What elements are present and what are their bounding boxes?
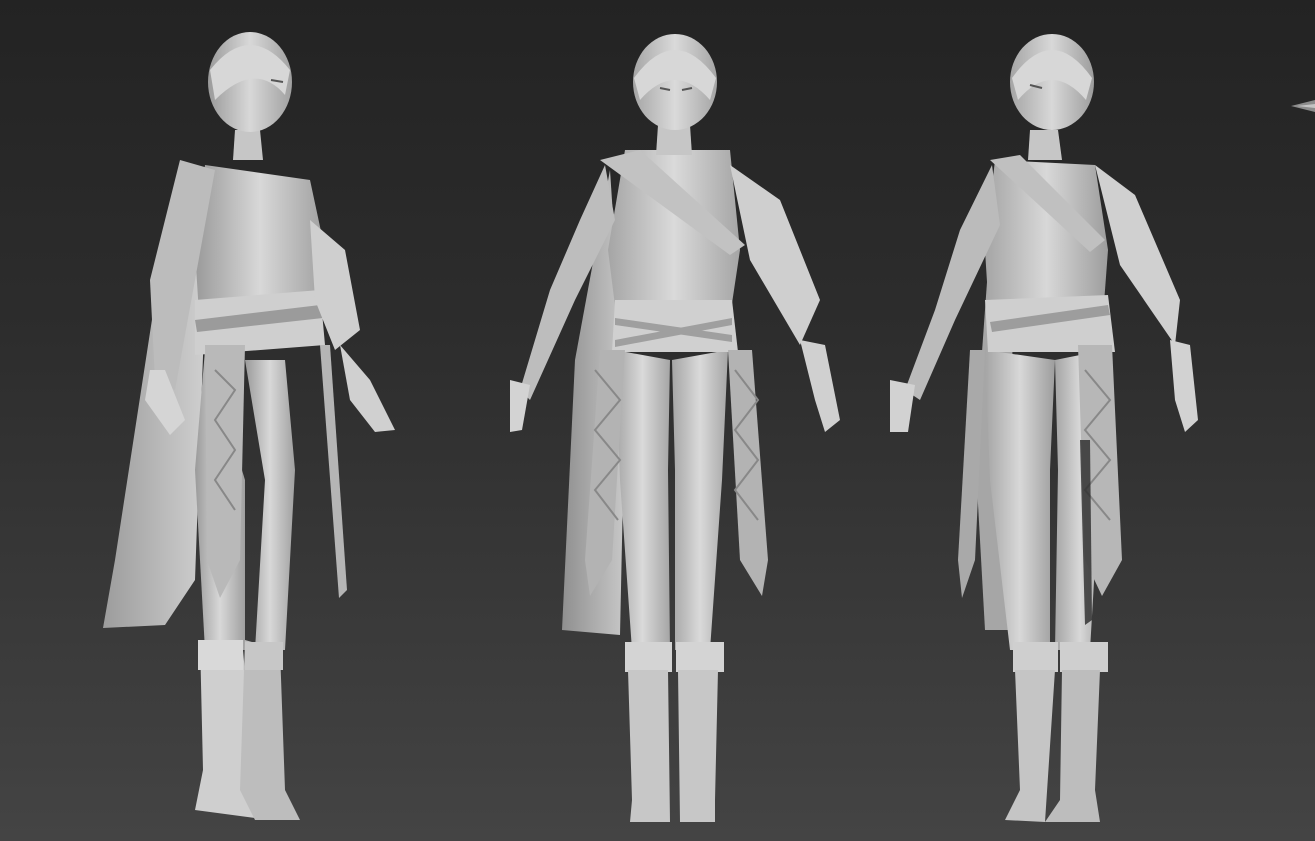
character-model-three-quarter-right[interactable] bbox=[880, 0, 1210, 841]
offscreen-object bbox=[1291, 100, 1315, 112]
character-model-three-quarter-left[interactable] bbox=[95, 0, 405, 841]
3d-viewport[interactable] bbox=[0, 0, 1315, 841]
character-model-front[interactable] bbox=[500, 0, 850, 841]
